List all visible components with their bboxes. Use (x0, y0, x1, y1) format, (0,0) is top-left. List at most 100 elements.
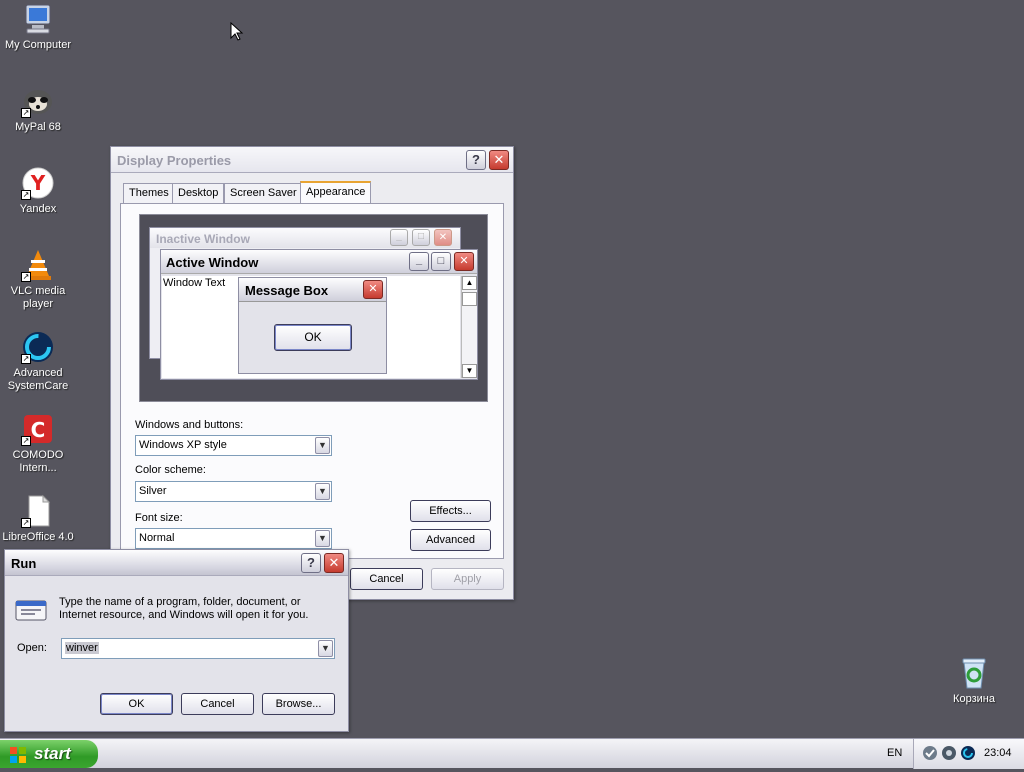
chevron-down-icon[interactable]: ▼ (315, 437, 330, 454)
cancel-button[interactable]: Cancel (350, 568, 423, 590)
close-icon: ✕ (363, 280, 383, 299)
open-label: Open: (17, 642, 47, 654)
appearance-panel: Inactive Window _ □ ✕ Active Window _ □ … (120, 203, 504, 559)
desktop-icon-label: LibreOffice 4.0 (2, 531, 74, 543)
scroll-thumb (462, 292, 477, 306)
window-text: Window Text (163, 277, 226, 289)
comodo-icon: C ↗ (21, 412, 55, 446)
preview-inactive-titlebar: Inactive Window _ □ ✕ (150, 228, 460, 248)
shortcut-arrow-icon: ↗ (21, 354, 31, 364)
desktop-icon-label: VLC media player (10, 285, 66, 310)
font-size-select[interactable]: Normal ▼ (135, 528, 332, 549)
shortcut-arrow-icon: ↗ (21, 108, 31, 118)
desktop-icon-label: Advanced SystemCare (7, 367, 69, 392)
close-icon: ✕ (454, 252, 474, 271)
close-icon: ✕ (493, 152, 505, 167)
minimize-icon: _ (390, 229, 408, 246)
clock[interactable]: 23:04 (984, 747, 1012, 759)
vlc-icon: ↗ (21, 248, 55, 282)
effects-button[interactable]: Effects... (410, 500, 491, 522)
maximize-icon: □ (412, 229, 430, 246)
open-input-value[interactable]: winver (65, 642, 99, 654)
open-input[interactable]: winver ▼ (61, 638, 335, 659)
window-title: Run (11, 556, 37, 571)
libreoffice-icon: ↗ (21, 494, 55, 528)
start-button[interactable]: start (0, 740, 98, 768)
help-button[interactable]: ? (301, 553, 321, 573)
windows-and-buttons-select[interactable]: Windows XP style ▼ (135, 435, 332, 456)
tab-appearance[interactable]: Appearance (300, 181, 372, 204)
color-scheme-select[interactable]: Silver ▼ (135, 481, 332, 502)
desktop-icon-label: My Computer (4, 39, 72, 51)
minimize-icon: _ (409, 252, 429, 271)
desktop-icon-my-computer[interactable]: My Computer (0, 2, 76, 52)
desktop-icon-label: MyPal 68 (15, 121, 61, 133)
mypal-icon: ↗ (21, 84, 55, 118)
window-title: Display Properties (117, 153, 232, 168)
run-program-icon (15, 598, 49, 625)
preview-scrollbar: ▲ ▼ (461, 276, 477, 378)
preview-message-box: Message Box ✕ OK (238, 277, 387, 374)
inactive-window-title: Inactive Window (156, 232, 250, 246)
desktop-icon-libreoffice[interactable]: ↗ LibreOffice 4.0 (0, 494, 76, 544)
desktop-icon-label: Yandex (19, 203, 57, 215)
mouse-cursor-icon (230, 22, 244, 41)
recycle-bin-icon (957, 656, 991, 690)
shortcut-arrow-icon: ↗ (21, 190, 31, 200)
display-properties-window: Display Properties ? ✕ Themes Desktop Sc… (110, 146, 514, 600)
close-button[interactable]: ✕ (489, 150, 509, 170)
apply-button[interactable]: Apply (431, 568, 504, 590)
taskbar: start EN 23:04 (0, 738, 1024, 769)
windows-and-buttons-label: Windows and buttons: (135, 419, 244, 431)
preview-active-titlebar: Active Window _ □ ✕ (161, 250, 477, 274)
title-bar[interactable]: Display Properties ? ✕ (111, 147, 513, 173)
desktop-icon-mypal[interactable]: ↗ MyPal 68 (0, 84, 76, 134)
desktop-icon-yandex[interactable]: Y ↗ Yandex (0, 166, 76, 216)
message-box-titlebar: Message Box ✕ (239, 278, 386, 302)
help-button[interactable]: ? (466, 150, 486, 170)
run-description: Type the name of a program, folder, docu… (59, 596, 309, 621)
chevron-down-icon[interactable]: ▼ (315, 483, 330, 500)
message-box-ok-button: OK (274, 324, 352, 351)
shortcut-arrow-icon: ↗ (21, 518, 31, 528)
tab-themes[interactable]: Themes (123, 183, 175, 203)
font-size-value: Normal (139, 532, 175, 544)
browse-button[interactable]: Browse... (262, 693, 335, 715)
help-icon: ? (472, 152, 480, 167)
cancel-button[interactable]: Cancel (181, 693, 254, 715)
active-window-title: Active Window (166, 255, 259, 270)
tab-desktop[interactable]: Desktop (172, 183, 225, 203)
scroll-down-icon: ▼ (462, 364, 477, 378)
chevron-down-icon[interactable]: ▼ (315, 530, 330, 547)
shortcut-arrow-icon: ↗ (21, 272, 31, 282)
font-size-label: Font size: (135, 512, 183, 524)
system-tray: 23:04 (913, 739, 1024, 769)
help-icon: ? (307, 555, 315, 570)
systemcare-icon: ↗ (21, 330, 55, 364)
yandex-icon: Y ↗ (21, 166, 55, 200)
color-scheme-label: Color scheme: (135, 464, 206, 476)
tray-security-icon[interactable] (941, 745, 957, 764)
svg-text:Y: Y (30, 171, 46, 195)
desktop-icon-recycle-bin[interactable]: Корзина (936, 656, 1012, 706)
ok-button[interactable]: OK (100, 693, 173, 715)
desktop-icon-vlc[interactable]: ↗ VLC media player (0, 248, 76, 311)
shortcut-arrow-icon: ↗ (21, 436, 31, 446)
language-indicator[interactable]: EN (887, 747, 902, 759)
close-button[interactable]: ✕ (324, 553, 344, 573)
svg-text:C: C (31, 418, 46, 442)
close-icon: ✕ (328, 555, 340, 570)
scroll-up-icon: ▲ (462, 276, 477, 290)
desktop-icon-advanced-systemcare[interactable]: ↗ Advanced SystemCare (0, 330, 76, 393)
tray-app-icon[interactable] (922, 745, 938, 764)
desktop-icon-comodo[interactable]: C ↗ COMODO Intern... (0, 412, 76, 475)
message-box-title: Message Box (245, 283, 329, 298)
tab-screen-saver[interactable]: Screen Saver (224, 183, 303, 203)
advanced-button[interactable]: Advanced (410, 529, 491, 551)
maximize-icon: □ (431, 252, 451, 271)
chevron-down-icon[interactable]: ▼ (318, 640, 333, 657)
systemcare-tray-icon[interactable] (960, 745, 976, 764)
color-scheme-value: Silver (139, 485, 167, 497)
title-bar[interactable]: Run ? ✕ (5, 550, 348, 576)
desktop-icon-label: Корзина (953, 693, 995, 705)
